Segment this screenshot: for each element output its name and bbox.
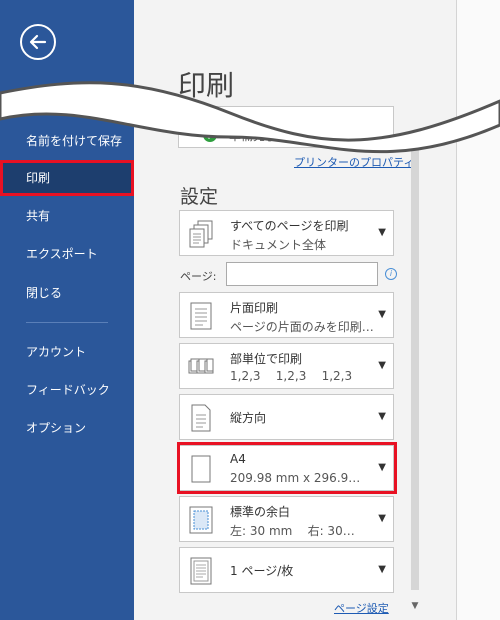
pages-per-sheet-icon xyxy=(190,557,212,585)
print-scope-subtitle: ドキュメント全体 xyxy=(230,238,327,252)
margins-dropdown[interactable]: 標準の余白 左: 30 mm 右: 30… ▼ xyxy=(179,496,394,542)
scroll-thumb[interactable] xyxy=(411,150,419,590)
dropdown-arrow-icon: ▼ xyxy=(378,564,386,575)
sidebar-item-share[interactable]: 共有 xyxy=(0,198,134,234)
orientation-title: 縦方向 xyxy=(230,411,267,425)
dropdown-arrow-icon: ▼ xyxy=(378,309,386,320)
pages-per-sheet-dropdown[interactable]: 1 ページ/枚 ▼ xyxy=(179,547,394,593)
print-scope-dropdown[interactable]: すべてのページを印刷 ドキュメント全体 ▼ xyxy=(179,210,394,256)
dropdown-arrow-icon: ▼ xyxy=(378,462,386,473)
sidebar-item-export[interactable]: エクスポート xyxy=(0,236,134,272)
page-setup-link[interactable]: ページ設定 xyxy=(334,600,389,616)
orientation-dropdown[interactable]: 縦方向 ▼ xyxy=(179,394,394,440)
margins-icon xyxy=(189,506,213,534)
pages-label: ページ: xyxy=(180,270,217,283)
settings-scrollbar[interactable]: ▼ xyxy=(409,110,421,614)
sidebar-item-options[interactable]: オプション xyxy=(0,410,134,446)
sides-title: 片面印刷 xyxy=(230,301,279,315)
paper-size-subtitle: 209.98 mm x 296.9… xyxy=(230,471,361,485)
sidebar-item-print[interactable]: 印刷 xyxy=(0,160,134,196)
sidebar-item-feedback[interactable]: フィードバック xyxy=(0,372,134,408)
sides-dropdown[interactable]: 片面印刷 ページの片面のみを印刷… ▼ xyxy=(179,292,394,338)
paper-size-icon xyxy=(191,455,211,483)
sidebar-item-close[interactable]: 閉じる xyxy=(0,275,134,311)
paper-size-dropdown[interactable]: A4 209.98 mm x 296.9… ▼ xyxy=(179,445,394,491)
sidebar-item-account[interactable]: アカウント xyxy=(0,334,134,370)
collate-dropdown[interactable]: 部単位で印刷 1,2,3 1,2,3 1,2,3 ▼ xyxy=(179,343,394,389)
back-arrow-icon xyxy=(29,34,47,50)
margins-title: 標準の余白 xyxy=(230,505,291,519)
back-button[interactable] xyxy=(20,24,56,60)
sides-subtitle: ページの片面のみを印刷… xyxy=(230,320,374,334)
collate-title: 部単位で印刷 xyxy=(230,352,303,366)
info-icon[interactable]: i xyxy=(385,268,397,280)
paper-size-title: A4 xyxy=(230,452,246,466)
print-scope-title: すべてのページを印刷 xyxy=(230,219,349,233)
dropdown-arrow-icon: ▼ xyxy=(378,227,386,238)
dropdown-arrow-icon: ▼ xyxy=(378,411,386,422)
collated-icon xyxy=(188,358,214,374)
portrait-icon xyxy=(191,404,211,432)
wavy-cut-band xyxy=(0,81,500,154)
pages-input[interactable] xyxy=(226,262,378,286)
dropdown-arrow-icon: ▼ xyxy=(378,513,386,524)
margins-subtitle: 左: 30 mm 右: 30… xyxy=(230,524,355,538)
collate-subtitle: 1,2,3 1,2,3 1,2,3 xyxy=(230,369,353,383)
scroll-down-arrow-icon[interactable]: ▼ xyxy=(409,600,421,612)
one-sided-icon xyxy=(190,302,212,330)
dropdown-arrow-icon: ▼ xyxy=(378,360,386,371)
pages-per-sheet-title: 1 ページ/枚 xyxy=(230,564,294,578)
all-pages-icon xyxy=(189,220,213,248)
settings-heading: 設定 xyxy=(180,186,219,208)
sidebar-separator xyxy=(26,322,108,323)
